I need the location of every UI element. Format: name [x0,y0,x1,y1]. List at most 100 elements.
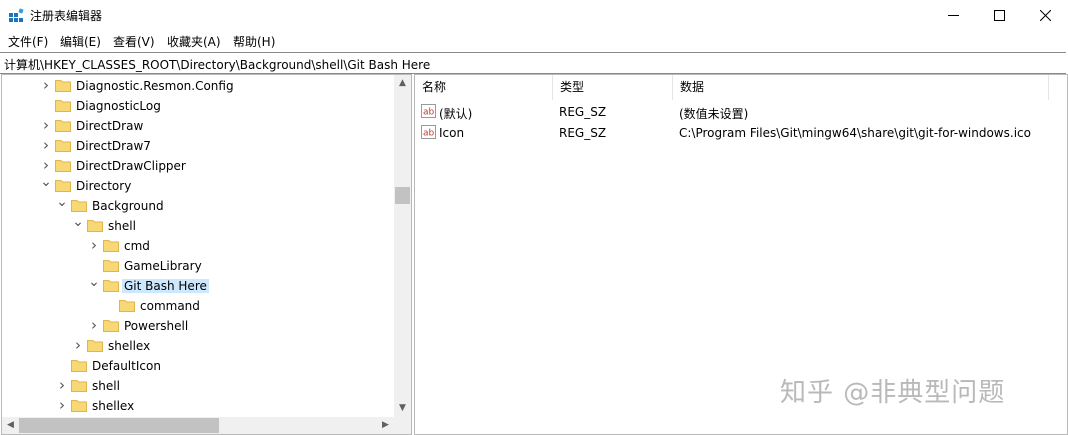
tree-item[interactable]: DiagnosticLog [2,96,387,116]
tree-item[interactable]: › shellex [2,396,387,416]
folder-icon [103,240,119,252]
tree-item[interactable]: › shellex [2,336,387,356]
tree-item[interactable]: ⌄ Git Bash Here [2,275,387,296]
folder-icon [55,120,71,132]
menu-view[interactable]: 查看(V) [113,33,155,50]
scrollbar-corner [394,417,411,434]
folder-icon [55,180,71,192]
tree-item-label: shellex [92,399,135,413]
window-title: 注册表编辑器 [30,9,103,23]
value-row[interactable]: ab (默认) REG_SZ (数值未设置) [415,101,1067,122]
value-name: Icon [439,126,465,140]
folder-icon [103,280,119,292]
value-data: C:\Program Files\Git\mingw64\share\git\g… [679,126,1031,140]
svg-text:ab: ab [423,108,435,118]
chevron-right-icon[interactable]: › [40,158,52,173]
chevron-down-icon[interactable]: ⌄ [40,175,52,189]
folder-icon [103,320,119,332]
tree-vertical-scroll-thumb[interactable] [395,187,410,204]
folder-icon [119,300,135,312]
tree-item[interactable]: › DirectDrawClipper [2,156,387,176]
tree-item-label: Diagnostic.Resmon.Config [76,79,234,93]
folder-icon [71,400,87,412]
folder-icon [103,260,119,272]
folder-icon [87,340,103,352]
tree-item[interactable]: command [2,296,387,316]
column-header-data[interactable]: 数据 [673,75,1049,100]
scroll-right-icon[interactable]: ▶ [377,417,394,434]
tree-item-label: GameLibrary [124,259,202,273]
tree-item[interactable]: GameLibrary [2,256,387,276]
tree-item[interactable]: DefaultIcon [2,356,387,376]
tree-item-label: shellex [108,339,151,353]
tree-item[interactable]: › cmd [2,236,387,256]
tree-item[interactable]: › Powershell [2,316,387,336]
folder-icon [55,160,71,172]
tree-horizontal-scrollbar[interactable]: ◀ ▶ [2,417,394,434]
chevron-right-icon[interactable]: › [40,138,52,153]
folder-icon [87,220,103,232]
value-type: REG_SZ [559,126,607,140]
tree-item[interactable]: › DirectDraw7 [2,136,387,156]
folder-icon [55,140,71,152]
menu-edit[interactable]: 编辑(E) [60,33,101,50]
scroll-left-icon[interactable]: ◀ [2,417,19,434]
tree-item-label: DirectDrawClipper [76,159,186,173]
chevron-right-icon[interactable]: › [40,118,52,133]
tree-horizontal-scroll-thumb[interactable] [19,418,219,433]
watermark: 知乎 @非典型问题 [780,378,1006,408]
close-icon [1039,9,1051,21]
key-tree-pane[interactable]: › Diagnostic.Resmon.Config DiagnosticLog › D… [1,74,412,435]
tree-item[interactable]: › DirectDraw [2,116,387,136]
maximize-icon [993,9,1005,21]
chevron-right-icon[interactable]: › [88,238,100,253]
maximize-button[interactable] [976,0,1022,30]
string-value-icon: ab [421,104,436,118]
tree-item-label: Powershell [124,319,189,333]
menu-help[interactable]: 帮助(H) [233,33,275,50]
tree-item-label: DirectDraw [76,119,144,133]
folder-icon [71,200,87,212]
chevron-right-icon[interactable]: › [72,338,84,353]
tree-item-label: DefaultIcon [92,359,161,373]
value-data: (数值未设置) [679,107,749,121]
tree-item-label: cmd [124,239,150,253]
chevron-down-icon[interactable]: ⌄ [88,275,100,289]
close-button[interactable] [1022,0,1068,30]
title-bar: 注册表编辑器 [0,0,1068,30]
chevron-down-icon[interactable]: ⌄ [56,195,68,209]
tree-item-label: shell [92,379,120,393]
chevron-right-icon[interactable]: › [88,318,100,333]
tree-item[interactable]: ⌄ Directory [2,175,387,196]
menu-favorites[interactable]: 收藏夹(A) [167,33,221,50]
tree-item-label: command [140,299,200,313]
column-header-name[interactable]: 名称 [415,75,553,100]
svg-text:ab: ab [423,129,435,139]
folder-icon [55,100,71,112]
value-type: REG_SZ [559,105,607,119]
tree-item[interactable]: › shell [2,376,387,396]
tree-item[interactable]: ⌄ Background [2,195,387,216]
scroll-up-icon[interactable]: ▲ [394,75,411,92]
chevron-down-icon[interactable]: ⌄ [72,215,84,229]
tree-item-label: DirectDraw7 [76,139,151,153]
list-header: 名称 类型 数据 [415,75,1067,100]
tree-item-label: DiagnosticLog [76,99,161,113]
tree-item[interactable]: ⌄ shell [2,215,387,236]
minimize-button[interactable] [930,0,976,30]
value-name: (默认) [439,107,473,121]
column-header-type[interactable]: 类型 [553,75,673,100]
scroll-down-icon[interactable]: ▼ [394,400,411,417]
tree-item-label: Directory [76,179,132,193]
value-row[interactable]: ab Icon REG_SZ C:\Program Files\Git\mingw64… [415,122,1067,143]
tree-vertical-scrollbar[interactable]: ▲ ▼ [394,75,411,417]
folder-icon [71,360,87,372]
chevron-right-icon[interactable]: › [40,78,52,93]
minimize-icon [947,14,959,16]
address-bar[interactable]: 计算机\HKEY_CLASSES_ROOT\Directory\Backgrou… [0,52,1066,74]
chevron-right-icon[interactable]: › [56,398,68,413]
chevron-right-icon[interactable]: › [56,378,68,393]
tree-item-label: Background [92,199,164,213]
menu-file[interactable]: 文件(F) [8,33,48,50]
tree-item[interactable]: › Diagnostic.Resmon.Config [2,76,387,96]
